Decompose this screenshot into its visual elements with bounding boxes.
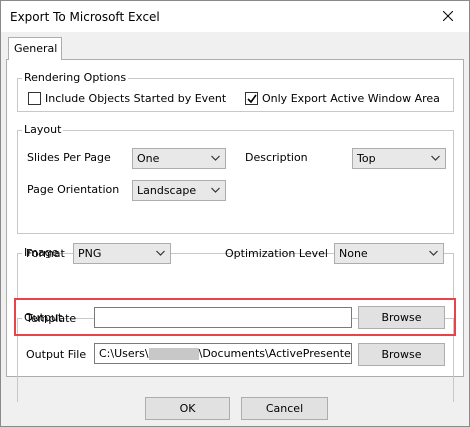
slides-per-page-select[interactable]: One — [132, 148, 226, 169]
ok-button[interactable]: OK — [145, 397, 230, 420]
output-file-label: Output File — [26, 348, 87, 361]
template-label: Template — [26, 312, 77, 325]
chevron-down-icon — [156, 250, 165, 256]
template-browse-button[interactable]: Browse — [358, 306, 445, 329]
checkmark-icon — [247, 94, 257, 104]
dialog-title: Export To Microsoft Excel — [10, 10, 160, 24]
include-objects-label: Include Objects Started by Event — [45, 92, 227, 105]
close-icon — [443, 11, 453, 21]
rendering-options-title: Rendering Options — [22, 71, 129, 84]
format-value: PNG — [78, 247, 102, 260]
close-button[interactable] — [433, 5, 463, 27]
layout-title: Layout — [22, 123, 64, 136]
chevron-down-icon — [211, 155, 220, 161]
description-select[interactable]: Top — [352, 148, 446, 169]
chevron-down-icon — [429, 250, 438, 256]
include-objects-checkbox[interactable]: Include Objects Started by Event — [28, 92, 226, 105]
layout-group: Layout — [17, 123, 454, 234]
export-dialog: Export To Microsoft Excel General Render… — [0, 0, 470, 427]
output-file-browse-button[interactable]: Browse — [358, 343, 445, 366]
slides-per-page-value: One — [137, 152, 160, 165]
optimization-level-label: Optimization Level — [225, 247, 328, 260]
tab-general-label: General — [14, 42, 58, 55]
optimization-level-value: None — [339, 247, 368, 260]
page-orientation-select[interactable]: Landscape — [132, 180, 226, 201]
page-orientation-label: Page Orientation — [27, 183, 120, 196]
tab-general[interactable]: General — [8, 37, 62, 60]
format-select[interactable]: PNG — [73, 243, 171, 264]
output-file-suffix: \Documents\ActivePresenter — [198, 347, 352, 360]
dialog-client: General Rendering Options Include Object… — [1, 32, 469, 426]
description-value: Top — [357, 152, 376, 165]
only-active-window-box[interactable] — [245, 92, 258, 105]
format-label-text: Format — [26, 247, 65, 260]
optimization-level-select[interactable]: None — [334, 243, 444, 264]
only-active-window-label: Only Export Active Window Area — [262, 92, 440, 105]
page-orientation-value: Landscape — [137, 184, 197, 197]
chevron-down-icon — [211, 187, 220, 193]
cancel-button[interactable]: Cancel — [241, 397, 328, 420]
chevron-down-icon — [431, 155, 440, 161]
only-active-window-checkbox[interactable]: Only Export Active Window Area — [245, 92, 440, 105]
output-file-input[interactable]: C:\Users\ \Documents\ActivePresenter — [94, 343, 352, 364]
description-label: Description — [245, 151, 308, 164]
slides-per-page-label: Slides Per Page — [27, 151, 111, 164]
include-objects-box[interactable] — [28, 92, 41, 105]
title-bar: Export To Microsoft Excel — [1, 1, 469, 32]
general-panel: Rendering Options Include Objects Starte… — [6, 59, 464, 402]
output-file-prefix: C:\Users\ — [99, 347, 149, 360]
redacted-username — [148, 348, 199, 360]
template-input[interactable] — [94, 307, 352, 328]
